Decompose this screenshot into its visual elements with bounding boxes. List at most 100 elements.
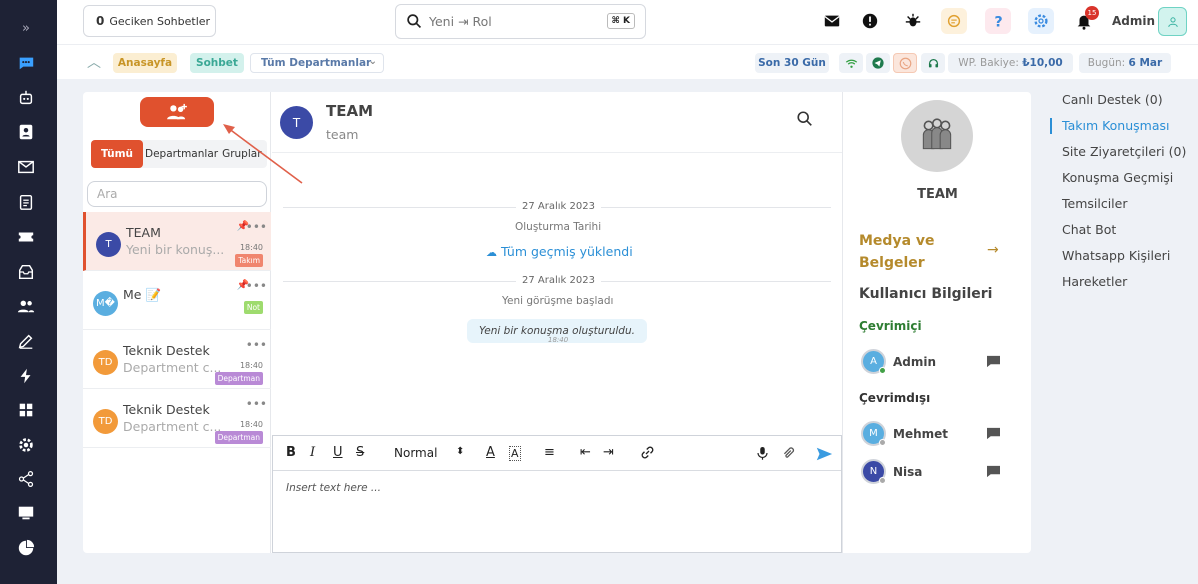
lightning-icon[interactable] [16,366,36,386]
chat-icon[interactable] [16,53,36,73]
search-icon[interactable] [796,110,814,131]
menu-site-visitors[interactable]: Site Ziyaretçileri (0) [1062,144,1186,159]
bug-icon[interactable] [900,8,926,34]
ticket-icon[interactable] [16,227,36,247]
microphone-icon[interactable] [755,445,770,465]
date-label: 27 Aralık 2023 [516,275,601,286]
message-icon[interactable] [986,465,1001,478]
attachment-icon[interactable] [781,445,799,465]
more-options-icon[interactable]: ••• [246,338,267,352]
edit-icon[interactable] [16,331,36,351]
strikethrough-button[interactable]: S [356,445,364,460]
tab-groups[interactable]: Gruplar [220,148,263,160]
history-loaded-text: Tüm geçmiş yüklendi [500,244,633,259]
format-select-value: Normal [394,446,438,460]
wp-balance-value: ₺10,00 [1022,57,1063,69]
pie-chart-icon[interactable] [16,538,36,558]
conversation-search-placeholder: Ara [97,187,118,201]
user-icon[interactable] [1158,7,1187,36]
format-select[interactable]: Normal [394,446,437,460]
help-icon[interactable]: ? [985,8,1011,34]
tab-all[interactable]: Tümü [91,140,143,168]
tab-departments[interactable]: Departmanlar [143,148,220,160]
menu-activities[interactable]: Hareketler [1062,274,1127,289]
italic-button[interactable]: I [310,445,315,460]
add-user-button[interactable] [140,97,214,127]
indent-icon[interactable]: ⇥ [603,445,614,460]
period-chip[interactable]: Son 30 Gün [755,53,829,73]
alert-icon[interactable] [857,8,883,34]
chat-bubble-icon[interactable] [941,8,967,34]
settings-icon[interactable] [1028,8,1054,34]
collapse-chevron-icon[interactable]: ︿ [87,52,101,72]
wp-balance-label: WP. Bakiye: [958,57,1019,69]
menu-chat-bot[interactable]: Chat Bot [1062,222,1116,237]
highlight-button[interactable]: A [509,446,521,461]
more-options-icon[interactable]: ••• [246,397,267,411]
underline-button[interactable]: U [333,445,343,460]
panel-title: TEAM [917,187,958,202]
late-chats-count: 0 [96,14,105,28]
message-time: 18:40 [548,336,569,344]
message-input[interactable]: Insert text here ... [286,482,381,494]
team-avatar-icon [901,100,973,172]
send-icon[interactable] [815,445,833,467]
media-documents-link[interactable]: Medya ve Belgeler [859,230,959,274]
envelope-icon[interactable] [819,8,845,34]
whatsapp-icon[interactable] [893,53,917,73]
telegram-icon[interactable] [866,53,890,73]
link-icon[interactable] [640,445,655,464]
users-icon[interactable] [16,296,36,316]
late-chats-button[interactable]: 0 Geciken Sohbetler [83,5,216,37]
conversation-preview: Department c... [123,360,222,375]
menu-agents[interactable]: Temsilciler [1062,196,1128,211]
message-icon[interactable] [986,355,1001,368]
wifi-icon[interactable] [839,53,863,73]
online-user-row[interactable]: A Admin [861,349,1011,377]
breadcrumb-home[interactable]: Anasayfa [113,53,177,73]
headset-icon[interactable] [921,53,945,73]
dashboard-icon[interactable] [16,400,36,420]
menu-chat-history[interactable]: Konuşma Geçmişi [1062,170,1173,185]
select-arrows-icon[interactable]: ⬍ [456,446,464,457]
offline-user-row[interactable]: N Nisa [861,459,1011,487]
conversation-search-input[interactable]: Ara [87,181,267,207]
menu-live-support[interactable]: Canlı Destek (0) [1062,92,1163,107]
share-icon[interactable] [16,469,36,489]
history-loaded-link[interactable]: ☁ Tüm geçmiş yüklendi [486,244,633,259]
menu-team-chat[interactable]: Takım Konuşması [1062,118,1170,133]
conversation-item[interactable]: TD Teknik Destek Department c... ••• 18:… [83,330,271,389]
mail-icon[interactable] [16,157,36,177]
message-icon[interactable] [986,427,1001,440]
department-select[interactable]: Tüm Departmanlar ⌄ [250,53,384,73]
global-search[interactable]: Yeni ⇥ Rol ⌘ K [395,4,646,39]
monitor-icon[interactable] [16,503,36,523]
expand-sidebar-icon[interactable]: » [16,18,36,38]
settings-gear-icon[interactable] [16,435,36,455]
user-name: Mehmet [893,427,949,441]
more-options-icon[interactable]: ••• [246,220,267,234]
admin-name[interactable]: Admin [1112,14,1155,28]
bot-icon[interactable] [16,88,36,108]
clipboard-icon[interactable] [16,192,36,212]
text-color-button[interactable]: A [486,445,495,460]
breadcrumb-chat[interactable]: Sohbet [190,53,244,73]
align-icon[interactable]: ≡ [544,445,555,460]
conversation-item[interactable]: M� Me 📝 📌 ••• Not [83,271,271,330]
outdent-icon[interactable]: ⇤ [580,445,591,460]
offline-user-row[interactable]: M Mehmet [861,421,1011,449]
inbox-icon[interactable] [16,262,36,282]
conversation-name: TEAM [126,225,161,240]
conversation-item[interactable]: T TEAM Yeni bir konuş... 📌 ••• 18:40 Tak… [83,212,271,271]
conversation-preview: Yeni bir konuş... [126,242,225,257]
contact-card-icon[interactable] [16,122,36,142]
bell-icon[interactable]: 15 [1071,6,1099,34]
conversation-item[interactable]: TD Teknik Destek Department c... ••• 18:… [83,389,271,448]
more-options-icon[interactable]: ••• [246,279,267,293]
bold-button[interactable]: B [286,445,296,460]
arrow-right-icon[interactable]: → [987,242,999,258]
active-indicator [1050,118,1052,134]
menu-whatsapp-contacts[interactable]: Whatsapp Kişileri [1062,248,1170,263]
chat-header: T TEAM team [272,92,842,153]
top-bar: 0 Geciken Sohbetler Yeni ⇥ Rol ⌘ K ? 15 … [57,0,1198,44]
